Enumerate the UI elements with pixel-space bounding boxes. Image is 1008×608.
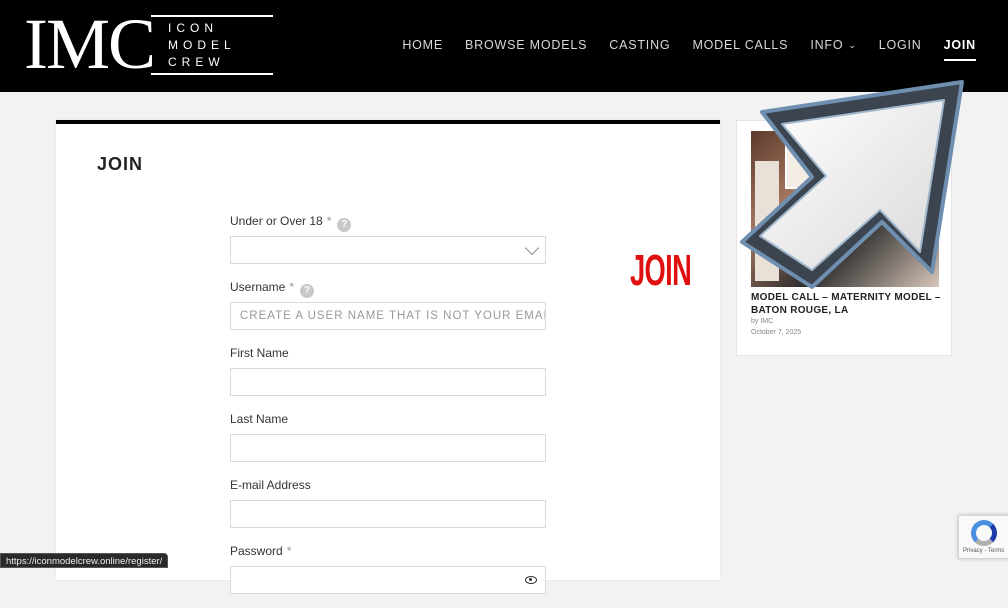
first-name-input[interactable]	[230, 368, 546, 396]
chevron-down-icon: ⌄	[848, 40, 857, 50]
eye-icon[interactable]	[525, 576, 537, 584]
recaptcha-links[interactable]: Privacy - Terms	[963, 548, 1004, 554]
email-label: E-mail Address	[230, 478, 311, 492]
age-select[interactable]	[230, 236, 546, 264]
recaptcha-icon	[971, 520, 997, 546]
username-group: Username *? CREATE A USER NAME THAT IS NO…	[230, 278, 546, 330]
username-label-text: Username	[230, 280, 286, 294]
registration-card: JOIN Under or Over 18 *? Username *? CREAT…	[56, 120, 720, 594]
post-title[interactable]: MODEL CALL – MATERNITY MODEL – BATON ROU…	[751, 291, 941, 317]
nav-casting[interactable]: CASTING	[609, 38, 670, 52]
username-input[interactable]: CREATE A USER NAME THAT IS NOT YOUR EMAI…	[230, 302, 546, 330]
status-bar-url: https://iconmodelcrew.online/register/	[0, 553, 169, 568]
password-label: Password *	[230, 542, 546, 560]
last-name-input[interactable]	[230, 434, 546, 462]
nav-model-calls[interactable]: MODEL CALLS	[692, 38, 788, 52]
nav-login[interactable]: LOGIN	[879, 38, 922, 52]
join-banner-text[interactable]: JOIN	[630, 246, 692, 296]
logo-line-1: ICON	[168, 21, 218, 35]
nav-join[interactable]: JOIN	[943, 38, 977, 61]
site-logo[interactable]: IMC ICON MODEL CREW	[24, 4, 276, 84]
help-icon[interactable]: ?	[300, 284, 315, 298]
email-group: E-mail Address	[230, 476, 546, 528]
logo-mark: IMC	[24, 4, 156, 84]
required-marker: *	[326, 214, 332, 228]
required-marker: *	[289, 280, 295, 294]
nav-info[interactable]: INFO ⌄	[810, 38, 856, 52]
post-author: by IMC	[751, 318, 774, 325]
age-group: Under or Over 18 *?	[230, 212, 546, 264]
logo-rule-top	[151, 15, 273, 17]
nav-home[interactable]: HOME	[402, 38, 443, 52]
logo-line-3: CREW	[168, 55, 225, 69]
logo-line-2: MODEL	[168, 38, 236, 52]
page-title: JOIN	[97, 154, 144, 174]
username-label: Username *?	[230, 278, 546, 298]
password-group: Password *	[230, 542, 546, 594]
cursor-arrow-icon	[740, 80, 964, 289]
last-name-group: Last Name	[230, 410, 546, 462]
required-marker: *	[286, 544, 292, 558]
first-name-label: First Name	[230, 346, 289, 360]
main-nav: HOME BROWSE MODELS CASTING MODEL CALLS I…	[380, 38, 977, 61]
age-label: Under or Over 18 *?	[230, 212, 546, 232]
registration-form: Under or Over 18 *? Username *? CREATE A U…	[230, 212, 546, 608]
email-field[interactable]	[230, 500, 546, 528]
password-input[interactable]	[230, 566, 546, 594]
age-label-text: Under or Over 18	[230, 214, 323, 228]
chevron-down-icon	[524, 240, 540, 256]
password-label-text: Password	[230, 544, 283, 558]
nav-info-label: INFO	[810, 38, 844, 52]
first-name-group: First Name	[230, 344, 546, 396]
logo-rule-bottom	[151, 73, 273, 75]
last-name-label: Last Name	[230, 412, 289, 426]
recaptcha-badge[interactable]: Privacy - Terms	[958, 515, 1008, 559]
nav-browse-models[interactable]: BROWSE MODELS	[465, 38, 587, 52]
post-date: October 7, 2025	[751, 329, 802, 336]
help-icon[interactable]: ?	[337, 218, 352, 232]
